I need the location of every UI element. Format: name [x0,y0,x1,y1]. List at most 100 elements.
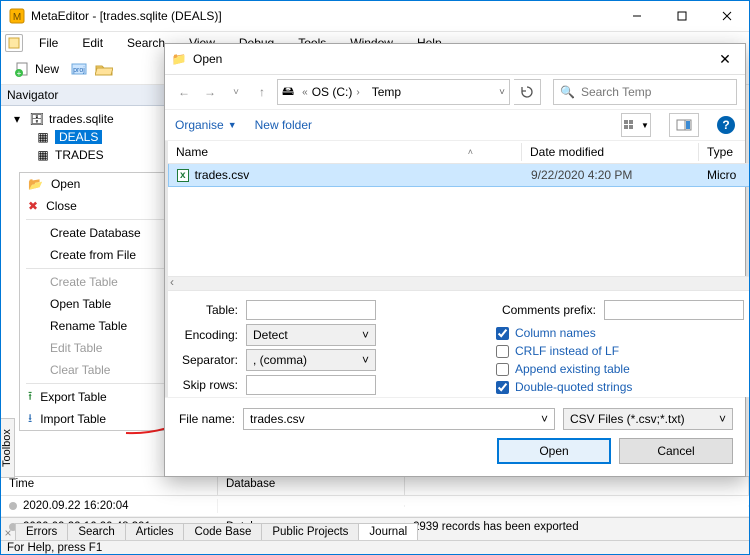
import-options: Table: Encoding: Detect˅ Separator: , (c… [168,290,750,397]
chevron-down-icon[interactable]: ˅ [499,87,505,98]
menu-file[interactable]: File [27,34,70,52]
close-button[interactable] [704,2,749,31]
folder-up-icon: 📁 [169,52,189,66]
tab-close-icon[interactable]: × [1,526,15,540]
organise-button[interactable]: Organise▼ [175,118,237,132]
cb-append[interactable]: Append existing table [496,362,744,376]
maximize-button[interactable] [659,2,704,31]
dialog-nav: ← → ˅ ↑ 🖴 «OS (C:)› Temp ˅ 🔍 Search Temp [165,75,745,110]
dialog-bottom: File name: trades.csv˅ CSV Files (*.csv;… [165,397,745,476]
horizontal-scrollbar[interactable] [168,276,750,290]
col-type[interactable]: Type [699,143,750,161]
minimize-button[interactable] [614,2,659,31]
drive-icon: 🖴 [282,82,294,103]
dialog-titlebar: 📁 Open ✕ [165,44,745,75]
tree-table-label: TRADES [55,148,104,162]
log-row[interactable]: 2020.09.22 16:20:04 [1,496,749,517]
statusbar: For Help, press F1 [1,540,749,555]
toolbox-panel: Time Database 2020.09.22 16:20:04 2020.0… [1,476,749,517]
search-input[interactable]: 🔍 Search Temp [553,79,737,105]
chevron-down-icon: ˅ [362,353,369,367]
cb-double-quoted[interactable]: Double-quoted strings [496,380,744,394]
table-icon: ▦ [35,148,51,162]
tab-search[interactable]: Search [67,523,125,540]
filetype-filter[interactable]: CSV Files (*.csv;*.txt)˅ [563,408,733,430]
comments-input[interactable] [604,300,744,320]
file-list: Name˄ Date modified Type xtrades.csv 9/2… [168,141,750,397]
col-name[interactable]: Name˄ [168,143,522,161]
tab-public-projects[interactable]: Public Projects [261,523,359,540]
skip-rows-label: Skip rows: [180,378,238,392]
new-button-label: New [35,62,59,76]
dialog-close-button[interactable]: ✕ [705,44,745,74]
app-logo-icon: M [9,8,25,24]
breadcrumb[interactable]: 🖴 «OS (C:)› Temp ˅ [277,79,510,105]
nav-back-icon[interactable]: ← [173,81,195,103]
comments-label: Comments prefix: [496,303,596,317]
chevron-down-icon: ˅ [541,412,548,426]
skip-rows-input[interactable] [246,375,376,395]
export-icon: ⭱ [28,387,32,408]
menu-edit[interactable]: Edit [70,34,115,52]
table-label: Table: [180,303,238,317]
file-row-trades-csv[interactable]: xtrades.csv 9/22/2020 4:20 PM Micro [168,164,750,187]
window-title: MetaEditor - [trades.sqlite (DEALS)] [31,9,614,23]
search-placeholder: Search Temp [581,85,651,99]
app-menu-icon[interactable] [5,34,23,52]
file-type: Micro [699,168,750,182]
chevron-down-icon: ˅ [719,412,726,426]
tab-journal[interactable]: Journal [358,523,418,540]
import-icon: ⭳ [28,409,32,430]
tab-codebase[interactable]: Code Base [183,523,262,540]
breadcrumb-drive: OS (C:) [312,85,353,99]
col-date[interactable]: Date modified [522,143,699,161]
tree-table-label: DEALS [55,130,102,144]
tab-articles[interactable]: Articles [125,523,185,540]
col-message[interactable] [405,477,749,495]
dialog-title: Open [193,52,705,66]
cb-column-names[interactable]: Column names [496,326,744,340]
excel-icon: x [177,169,189,182]
open-folder-icon: 📂 [28,177,43,191]
dialog-commandbar: Organise▼ New folder ▼ ? [165,110,745,141]
filename-input[interactable]: trades.csv˅ [243,408,555,430]
project-icon[interactable]: proj [71,60,89,78]
open-button[interactable]: Open [497,438,611,464]
open-dialog: 📁 Open ✕ ← → ˅ ↑ 🖴 «OS (C:)› Temp ˅ 🔍 Se… [164,43,746,477]
col-time[interactable]: Time [1,477,218,495]
nav-history-icon[interactable]: ˅ [225,81,247,103]
tree-scrollbar[interactable] [166,141,168,397]
encoding-label: Encoding: [180,328,238,342]
titlebar: M MetaEditor - [trades.sqlite (DEALS)] [1,1,749,32]
tree-db-label: trades.sqlite [49,112,114,126]
chevron-down-icon: ˅ [362,328,369,342]
table-input[interactable] [246,300,376,320]
file-items: xtrades.csv 9/22/2020 4:20 PM Micro [168,164,750,276]
toolbox-side-label[interactable]: Toolbox [0,418,15,478]
preview-pane-button[interactable] [669,113,699,137]
new-file-icon: + [13,60,31,78]
table-icon: ▦ [35,130,51,144]
cb-crlf[interactable]: CRLF instead of LF [496,344,744,358]
navigator-title: Navigator [7,88,58,102]
nav-forward-icon[interactable]: → [199,81,221,103]
new-folder-button[interactable]: New folder [255,118,312,132]
cancel-button[interactable]: Cancel [619,438,733,464]
tab-errors[interactable]: Errors [15,523,68,540]
breadcrumb-folder: Temp [372,85,401,99]
svg-text:proj: proj [73,67,85,74]
chevron-down-icon: ▼ [228,120,237,130]
col-database[interactable]: Database [218,477,405,495]
separator-select[interactable]: , (comma)˅ [246,349,376,371]
encoding-select[interactable]: Detect˅ [246,324,376,346]
view-options-button[interactable]: ▼ [621,113,651,137]
app-window: M MetaEditor - [trades.sqlite (DEALS)] F… [0,0,750,555]
nav-up-icon[interactable]: ↑ [251,81,273,103]
filename-label: File name: [177,412,235,426]
help-button[interactable]: ? [717,116,735,134]
chevron-right-icon: › [356,87,359,98]
open-folder-icon[interactable] [95,60,113,78]
new-button[interactable]: + New [7,57,65,81]
refresh-button[interactable] [514,79,541,105]
file-name: trades.csv [195,168,250,182]
